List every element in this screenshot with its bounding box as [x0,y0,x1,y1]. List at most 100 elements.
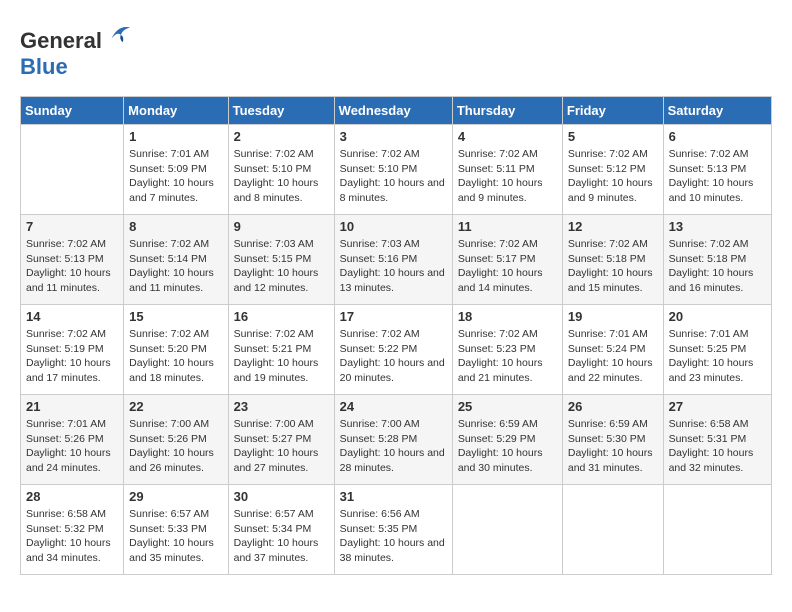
calendar-cell: 25 Sunrise: 6:59 AMSunset: 5:29 PMDayligh… [452,395,562,485]
calendar-header-row: SundayMondayTuesdayWednesdayThursdayFrid… [21,97,772,125]
calendar-cell: 8Sunrise: 7:02 AMSunset: 5:14 PMDaylight… [124,215,228,305]
calendar-week-row: 7 Sunrise: 7:02 AMSunset: 5:13 PMDaylight… [21,215,772,305]
calendar-cell [562,485,663,575]
day-info: Sunrise: 7:02 AMSunset: 5:10 PMDaylight:… [234,147,329,206]
day-info: Sunrise: 7:02 AMSunset: 5:13 PMDaylight:… [669,147,766,206]
day-number: 19 [568,309,658,324]
day-info: Sunrise: 7:02 AMSunset: 5:20 PMDaylight:… [129,327,222,386]
day-number: 24 [340,399,447,414]
calendar-cell: 19 Sunrise: 7:01 AMSunset: 5:24 PMDayligh… [562,305,663,395]
calendar-cell: 4 Sunrise: 7:02 AMSunset: 5:11 PMDaylight… [452,125,562,215]
day-info: Sunrise: 7:02 AMSunset: 5:17 PMDaylight:… [458,237,557,296]
day-number: 12 [568,219,658,234]
logo-general: General [20,28,102,53]
day-number: 10 [340,219,447,234]
calendar-cell: 6 Sunrise: 7:02 AMSunset: 5:13 PMDaylight… [663,125,771,215]
day-info: Sunrise: 7:02 AMSunset: 5:19 PMDaylight:… [26,327,118,386]
day-number: 2 [234,129,329,144]
day-number: 3 [340,129,447,144]
day-info: Sunrise: 7:02 AMSunset: 5:21 PMDaylight:… [234,327,329,386]
day-info: Sunrise: 7:01 AMSunset: 5:09 PMDaylight:… [129,147,222,206]
day-number: 4 [458,129,557,144]
day-info: Sunrise: 7:02 AMSunset: 5:22 PMDaylight:… [340,327,447,386]
day-info: Sunrise: 7:02 AMSunset: 5:18 PMDaylight:… [568,237,658,296]
logo-text: General Blue [20,20,132,80]
day-info: Sunrise: 7:01 AMSunset: 5:25 PMDaylight:… [669,327,766,386]
day-number: 27 [669,399,766,414]
weekday-header-wednesday: Wednesday [334,97,452,125]
calendar-cell: 22 Sunrise: 7:00 AMSunset: 5:26 PMDayligh… [124,395,228,485]
day-number: 7 [26,219,118,234]
day-info: Sunrise: 7:02 AMSunset: 5:11 PMDaylight:… [458,147,557,206]
calendar-week-row: 14 Sunrise: 7:02 AMSunset: 5:19 PMDayligh… [21,305,772,395]
calendar-cell: 31Sunrise: 6:56 AMSunset: 5:35 PMDayligh… [334,485,452,575]
calendar-week-row: 1 Sunrise: 7:01 AMSunset: 5:09 PMDaylight… [21,125,772,215]
day-number: 13 [669,219,766,234]
day-info: Sunrise: 7:03 AMSunset: 5:15 PMDaylight:… [234,237,329,296]
day-number: 29 [129,489,222,504]
day-number: 21 [26,399,118,414]
day-number: 26 [568,399,658,414]
day-info: Sunrise: 7:02 AMSunset: 5:18 PMDaylight:… [669,237,766,296]
day-number: 18 [458,309,557,324]
calendar-cell: 13 Sunrise: 7:02 AMSunset: 5:18 PMDayligh… [663,215,771,305]
logo-bird-icon [104,20,132,48]
calendar-cell: 17 Sunrise: 7:02 AMSunset: 5:22 PMDayligh… [334,305,452,395]
logo-blue: Blue [20,54,68,79]
day-info: Sunrise: 6:59 AMSunset: 5:30 PMDaylight:… [568,417,658,476]
day-number: 28 [26,489,118,504]
day-info: Sunrise: 6:58 AMSunset: 5:31 PMDaylight:… [669,417,766,476]
day-info: Sunrise: 7:01 AMSunset: 5:26 PMDaylight:… [26,417,118,476]
weekday-header-saturday: Saturday [663,97,771,125]
calendar-cell: 12 Sunrise: 7:02 AMSunset: 5:18 PMDayligh… [562,215,663,305]
calendar-cell: 20 Sunrise: 7:01 AMSunset: 5:25 PMDayligh… [663,305,771,395]
day-info: Sunrise: 7:01 AMSunset: 5:24 PMDaylight:… [568,327,658,386]
day-number: 14 [26,309,118,324]
calendar-table: SundayMondayTuesdayWednesdayThursdayFrid… [20,96,772,575]
weekday-header-thursday: Thursday [452,97,562,125]
day-number: 15 [129,309,222,324]
day-number: 25 [458,399,557,414]
day-number: 9 [234,219,329,234]
weekday-header-tuesday: Tuesday [228,97,334,125]
day-number: 1 [129,129,222,144]
calendar-cell: 27 Sunrise: 6:58 AMSunset: 5:31 PMDayligh… [663,395,771,485]
day-info: Sunrise: 7:00 AMSunset: 5:28 PMDaylight:… [340,417,447,476]
day-info: Sunrise: 7:00 AMSunset: 5:27 PMDaylight:… [234,417,329,476]
day-info: Sunrise: 6:57 AMSunset: 5:33 PMDaylight:… [129,507,222,566]
day-number: 6 [669,129,766,144]
day-info: Sunrise: 7:02 AMSunset: 5:23 PMDaylight:… [458,327,557,386]
day-info: Sunrise: 7:00 AMSunset: 5:26 PMDaylight:… [129,417,222,476]
day-number: 11 [458,219,557,234]
calendar-cell: 14 Sunrise: 7:02 AMSunset: 5:19 PMDayligh… [21,305,124,395]
day-info: Sunrise: 7:02 AMSunset: 5:13 PMDaylight:… [26,237,118,296]
calendar-cell: 29 Sunrise: 6:57 AMSunset: 5:33 PMDayligh… [124,485,228,575]
calendar-cell: 2 Sunrise: 7:02 AMSunset: 5:10 PMDaylight… [228,125,334,215]
day-info: Sunrise: 7:02 AMSunset: 5:14 PMDaylight:… [129,237,222,296]
calendar-cell: 21 Sunrise: 7:01 AMSunset: 5:26 PMDayligh… [21,395,124,485]
calendar-cell: 5 Sunrise: 7:02 AMSunset: 5:12 PMDaylight… [562,125,663,215]
weekday-header-friday: Friday [562,97,663,125]
calendar-cell: 1 Sunrise: 7:01 AMSunset: 5:09 PMDaylight… [124,125,228,215]
weekday-header-sunday: Sunday [21,97,124,125]
day-number: 20 [669,309,766,324]
logo: General Blue [20,20,132,80]
calendar-cell: 10 Sunrise: 7:03 AMSunset: 5:16 PMDayligh… [334,215,452,305]
day-info: Sunrise: 7:02 AMSunset: 5:10 PMDaylight:… [340,147,447,206]
day-info: Sunrise: 6:59 AMSunset: 5:29 PMDaylight:… [458,417,557,476]
day-info: Sunrise: 6:58 AMSunset: 5:32 PMDaylight:… [26,507,118,566]
day-number: 5 [568,129,658,144]
calendar-week-row: 21 Sunrise: 7:01 AMSunset: 5:26 PMDayligh… [21,395,772,485]
calendar-week-row: 28 Sunrise: 6:58 AMSunset: 5:32 PMDayligh… [21,485,772,575]
day-number: 22 [129,399,222,414]
day-info: Sunrise: 7:02 AMSunset: 5:12 PMDaylight:… [568,147,658,206]
day-info: Sunrise: 7:03 AMSunset: 5:16 PMDaylight:… [340,237,447,296]
calendar-cell: 23Sunrise: 7:00 AMSunset: 5:27 PMDayligh… [228,395,334,485]
calendar-cell: 11 Sunrise: 7:02 AMSunset: 5:17 PMDayligh… [452,215,562,305]
page-header: General Blue [20,20,772,80]
calendar-cell: 16 Sunrise: 7:02 AMSunset: 5:21 PMDayligh… [228,305,334,395]
day-number: 16 [234,309,329,324]
day-number: 17 [340,309,447,324]
weekday-header-monday: Monday [124,97,228,125]
calendar-cell: 3 Sunrise: 7:02 AMSunset: 5:10 PMDaylight… [334,125,452,215]
